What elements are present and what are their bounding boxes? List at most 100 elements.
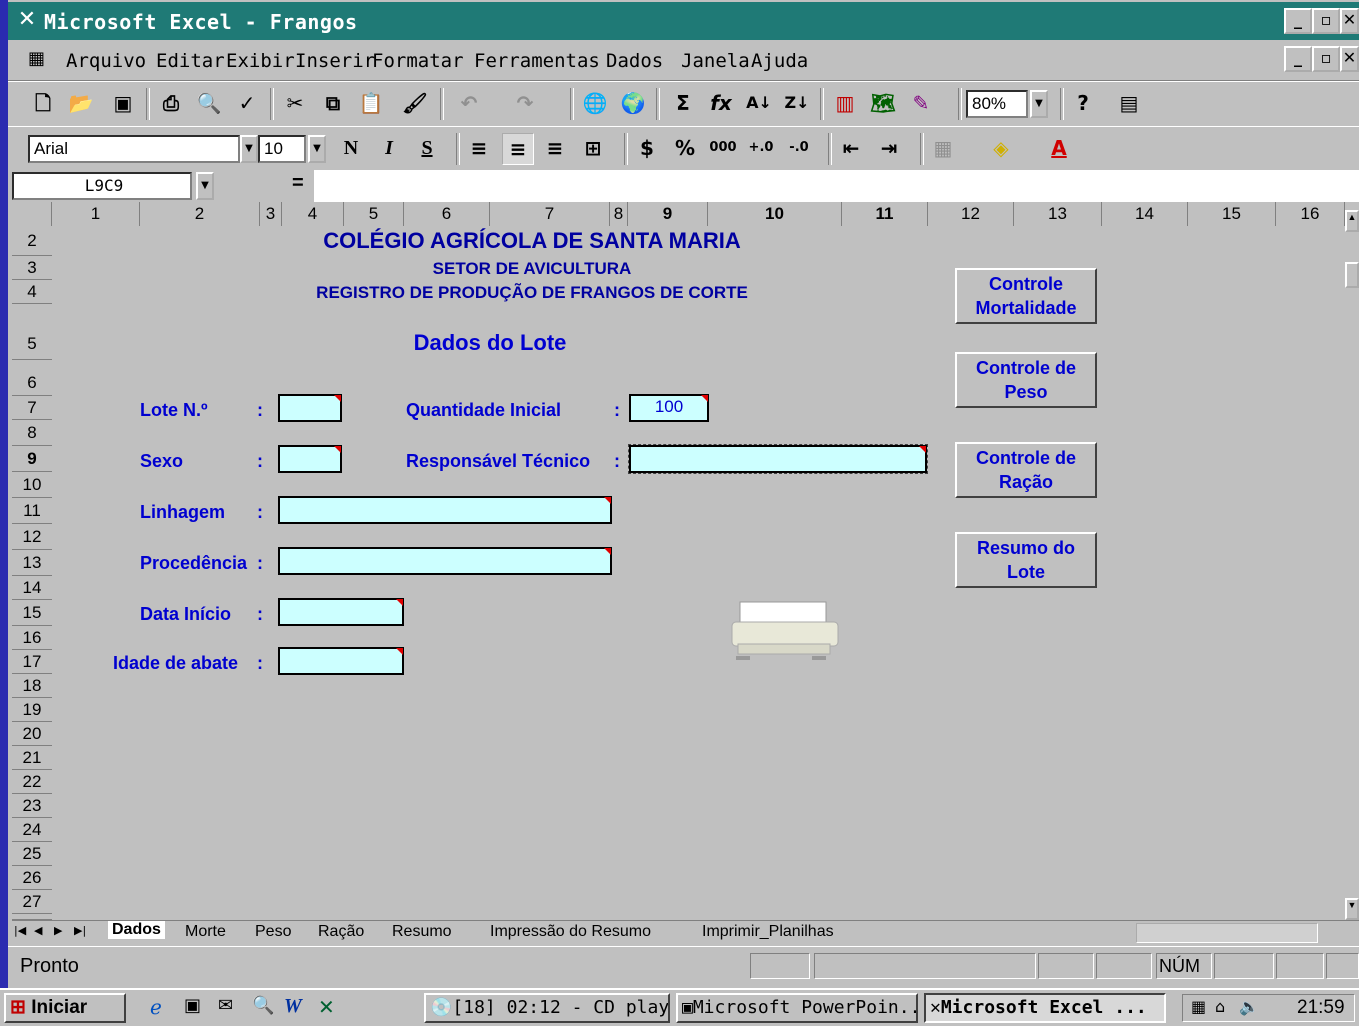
- merge-center-icon[interactable]: ⊞: [578, 133, 608, 163]
- font-size-box[interactable]: 10: [258, 135, 306, 163]
- close-button[interactable]: ✕: [1340, 8, 1359, 34]
- row-header[interactable]: 27: [12, 890, 52, 914]
- column-header[interactable]: 11: [842, 202, 928, 226]
- menu-ferramentas[interactable]: Ferramentas: [474, 50, 600, 72]
- select-all-corner[interactable]: [12, 202, 52, 226]
- print-icon[interactable]: ⎙: [156, 88, 186, 118]
- doc-restore-button[interactable]: ▫: [1312, 46, 1340, 72]
- column-header[interactable]: 15: [1188, 202, 1276, 226]
- row-header[interactable]: 8: [12, 420, 52, 446]
- horizontal-scrollbar[interactable]: [1136, 923, 1318, 943]
- tab-peso[interactable]: Peso: [255, 923, 291, 941]
- web-toolbar-icon[interactable]: 🌍: [618, 88, 648, 118]
- row-header[interactable]: 12: [12, 524, 52, 550]
- menu-arquivo[interactable]: Arquivo: [66, 50, 146, 72]
- bold-button[interactable]: N: [336, 133, 366, 163]
- doc-minimize-button[interactable]: _: [1284, 46, 1312, 72]
- row-header[interactable]: 3: [12, 256, 52, 280]
- controle-mortalidade-button[interactable]: Controle Mortalidade: [955, 268, 1097, 324]
- quantidade-inicial-input[interactable]: 100: [629, 394, 709, 422]
- help-icon[interactable]: ?: [1068, 88, 1098, 118]
- function-icon[interactable]: fx: [706, 88, 736, 118]
- row-header[interactable]: 4: [12, 280, 52, 304]
- minimize-button[interactable]: _: [1284, 8, 1312, 34]
- row-header[interactable]: 5: [12, 304, 52, 360]
- thousands-icon[interactable]: 000: [708, 133, 738, 163]
- idade-abate-input[interactable]: [278, 647, 404, 675]
- increase-decimal-icon[interactable]: +.0: [746, 133, 776, 163]
- tab-morte[interactable]: Morte: [185, 923, 226, 941]
- column-header[interactable]: 9: [628, 202, 708, 226]
- scroll-down-icon[interactable]: ▼: [1345, 898, 1359, 920]
- controle-racao-button[interactable]: Controle de Ração: [955, 442, 1097, 498]
- row-header[interactable]: 10: [12, 472, 52, 498]
- column-header[interactable]: 3: [260, 202, 282, 226]
- copy-icon[interactable]: ⧉: [318, 88, 348, 118]
- zoom-box[interactable]: 80%: [966, 90, 1028, 118]
- column-header[interactable]: 7: [490, 202, 610, 226]
- tab-first-icon[interactable]: |◀: [14, 924, 26, 937]
- row-header[interactable]: 18: [12, 674, 52, 698]
- row-header[interactable]: 9: [12, 446, 52, 472]
- scheduler-icon[interactable]: ▦: [1191, 997, 1206, 1016]
- tab-dados[interactable]: Dados: [108, 921, 165, 939]
- row-header[interactable]: 25: [12, 842, 52, 866]
- office-assistant-icon[interactable]: ▤: [1114, 88, 1144, 118]
- align-center-icon[interactable]: ≡: [502, 133, 534, 165]
- workbook-icon[interactable]: ▦: [28, 48, 45, 69]
- menu-janela[interactable]: Janela: [681, 50, 750, 72]
- name-box[interactable]: L9C9: [12, 172, 192, 200]
- title-bar[interactable]: ✕ Microsoft Excel - Frangos _ ▫ ✕: [8, 2, 1359, 40]
- font-color-icon[interactable]: A: [1044, 133, 1074, 163]
- open-icon[interactable]: 📂: [66, 88, 96, 118]
- row-header[interactable]: 16: [12, 626, 52, 650]
- new-icon[interactable]: 🗋: [28, 88, 58, 118]
- network-icon[interactable]: ⌂: [1215, 997, 1225, 1016]
- spelling-icon[interactable]: ✓: [232, 88, 262, 118]
- chart-wizard-icon[interactable]: ▥: [830, 88, 860, 118]
- menu-exibir[interactable]: Exibir: [226, 50, 295, 72]
- fill-color-icon[interactable]: ◈: [986, 133, 1016, 163]
- task-powerpoint[interactable]: ▣Microsoft PowerPoin...: [676, 993, 918, 1023]
- font-dropdown-icon[interactable]: ▼: [240, 135, 258, 163]
- column-header[interactable]: 5: [344, 202, 404, 226]
- menu-formatar[interactable]: Formatar: [372, 50, 464, 72]
- format-painter-icon[interactable]: 🖌: [400, 88, 430, 118]
- controle-peso-button[interactable]: Controle de Peso: [955, 352, 1097, 408]
- row-header[interactable]: 26: [12, 866, 52, 890]
- cut-icon[interactable]: ✂: [280, 88, 310, 118]
- data-inicio-input[interactable]: [278, 598, 404, 626]
- responsavel-tecnico-input[interactable]: [628, 444, 928, 474]
- menu-ajuda[interactable]: Ajuda: [751, 50, 808, 72]
- search-icon[interactable]: 🔍: [252, 995, 274, 1016]
- sort-descending-icon[interactable]: Z↓: [782, 88, 812, 118]
- undo-icon[interactable]: ↶: [454, 88, 484, 118]
- zoom-dropdown-icon[interactable]: ▼: [1030, 90, 1048, 118]
- column-header[interactable]: 16: [1276, 202, 1345, 226]
- column-header[interactable]: 1: [52, 202, 140, 226]
- sort-ascending-icon[interactable]: A↓: [744, 88, 774, 118]
- row-header[interactable]: 11: [12, 498, 52, 524]
- tab-last-icon[interactable]: ▶|: [74, 924, 86, 937]
- tab-racao[interactable]: Ração: [318, 923, 364, 941]
- row-header[interactable]: 22: [12, 770, 52, 794]
- column-header[interactable]: 4: [282, 202, 344, 226]
- excel-quick-icon[interactable]: ✕: [318, 995, 335, 1019]
- autosum-icon[interactable]: Σ: [668, 88, 698, 118]
- row-header[interactable]: 6: [12, 360, 52, 396]
- row-header[interactable]: 15: [12, 600, 52, 626]
- resumo-lote-button[interactable]: Resumo do Lote: [955, 532, 1097, 588]
- size-dropdown-icon[interactable]: ▼: [308, 135, 326, 163]
- tab-resumo[interactable]: Resumo: [392, 923, 452, 941]
- increase-indent-icon[interactable]: ⇥: [874, 133, 904, 163]
- row-header[interactable]: 17: [12, 650, 52, 674]
- menu-dados[interactable]: Dados: [606, 50, 663, 72]
- lote-input[interactable]: [278, 394, 342, 422]
- doc-close-button[interactable]: ✕: [1340, 46, 1359, 72]
- outlook-icon[interactable]: ✉: [218, 995, 233, 1016]
- row-header[interactable]: 2: [12, 226, 52, 256]
- row-header[interactable]: 20: [12, 722, 52, 746]
- excel-app-icon[interactable]: ✕: [14, 8, 40, 32]
- name-box-dropdown-icon[interactable]: ▼: [196, 172, 214, 200]
- scroll-up-icon[interactable]: ▲: [1345, 210, 1359, 232]
